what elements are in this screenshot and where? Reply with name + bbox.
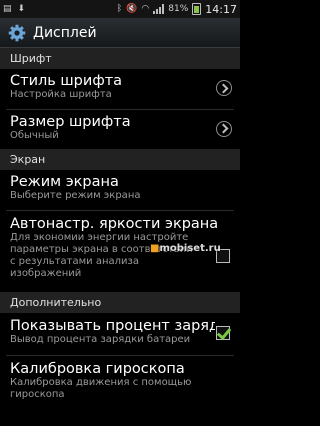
item-title: Стиль шрифта xyxy=(10,73,123,89)
font-style-item[interactable]: Стиль шрифта Настройка шрифта xyxy=(0,69,240,109)
item-title: Калибровка гироскопа xyxy=(10,361,185,377)
item-subtitle-line-3: с результатами анализа xyxy=(10,256,139,267)
battery-percent-item[interactable]: Показывать процент заряд Вывод процента … xyxy=(0,313,240,355)
clock: 14:17 xyxy=(205,2,237,16)
item-title: Показывать процент заряд xyxy=(10,318,215,334)
item-subtitle: Обычный xyxy=(10,130,59,141)
item-subtitle: Настройка шрифта xyxy=(10,89,112,100)
signal-icon xyxy=(153,4,165,14)
chevron-right-icon xyxy=(216,120,232,137)
item-title: Автонастр. яркости экрана xyxy=(10,216,219,232)
section-header-additional: Дополнительно xyxy=(0,292,240,313)
item-subtitle-line-4: изображений xyxy=(10,268,82,279)
item-title: Режим экрана xyxy=(10,174,119,190)
font-size-item[interactable]: Размер шрифта Обычный xyxy=(0,110,240,149)
wifi-icon: ◠ xyxy=(141,4,150,14)
title-bar: Дисплей xyxy=(0,18,240,48)
item-subtitle: Выберите режим экрана xyxy=(10,190,141,201)
auto-brightness-item[interactable]: Автонастр. яркости экрана Для экономии э… xyxy=(0,211,240,292)
download-icon: ⬇ xyxy=(17,4,26,14)
section-header-font: Шрифт xyxy=(0,48,240,69)
silent-icon: 🔇 xyxy=(126,4,138,14)
section-header-screen: Экран xyxy=(0,149,240,170)
item-subtitle-line-1: Для экономии энергии настройте xyxy=(10,232,189,243)
battery-percent: 81% xyxy=(168,4,189,14)
chevron-right-icon xyxy=(216,80,232,96)
battery-percent-checkbox[interactable] xyxy=(216,326,230,340)
screen-mode-item[interactable]: Режим экрана Выберите режим экрана xyxy=(0,170,240,210)
gear-icon xyxy=(8,24,26,41)
item-title: Размер шрифта xyxy=(10,114,131,130)
item-subtitle-line-2: гироскопа xyxy=(10,389,65,400)
gyro-calibration-item[interactable]: Калибровка гироскопа Калибровка движения… xyxy=(0,356,240,406)
bluetooth-icon: ᛒ xyxy=(116,4,123,14)
notification-icon: ▤ xyxy=(3,4,12,14)
auto-brightness-checkbox[interactable] xyxy=(216,249,230,263)
item-subtitle-line-1: Калибровка движения с помощью xyxy=(10,377,192,388)
page-title: Дисплей xyxy=(33,24,97,41)
battery-icon xyxy=(192,3,202,15)
item-subtitle: Вывод процента зарядки батареи xyxy=(10,334,191,345)
status-bar: ▤ ⬇ ᛒ 🔇 ◠ 81% 14:17 xyxy=(0,0,240,18)
item-subtitle-line-2: параметры экрана в соответствии xyxy=(10,244,193,255)
